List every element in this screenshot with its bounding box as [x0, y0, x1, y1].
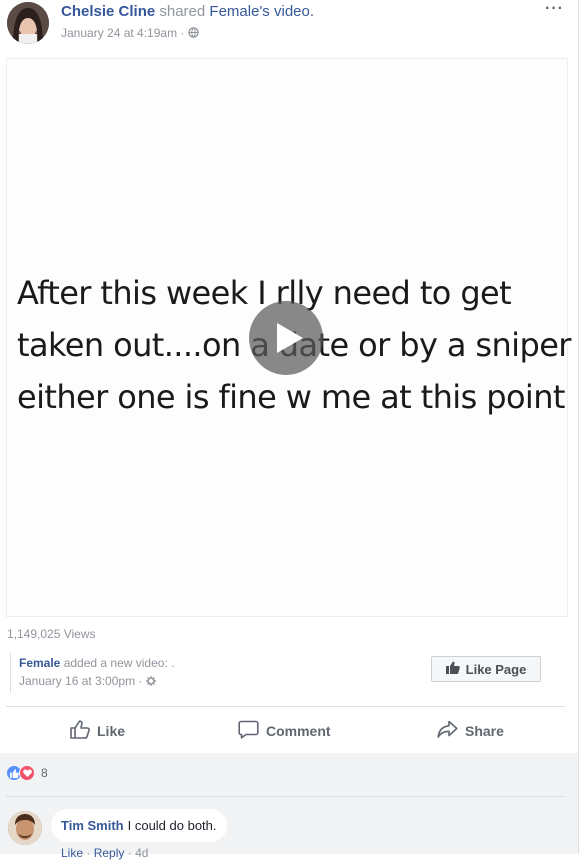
share-button[interactable]: Share: [437, 719, 504, 743]
reactions-summary[interactable]: 8: [6, 765, 48, 781]
video-caption-line-1: After this week I rlly need to get: [17, 274, 512, 312]
attribution-action: added a new video: .: [63, 656, 175, 670]
view-count: 1,149,025 Views: [7, 627, 96, 641]
comment-button[interactable]: Comment: [238, 719, 331, 743]
commenter-avatar[interactable]: [8, 811, 42, 845]
comment-actions: Like · Reply · 4d: [61, 846, 148, 860]
attribution-meta: January 16 at 3:00pm ·: [19, 674, 209, 688]
shared-page-link[interactable]: Female's: [209, 3, 269, 20]
like-button[interactable]: Like: [70, 719, 125, 743]
play-button[interactable]: [249, 301, 323, 375]
thumbs-up-icon: [445, 661, 460, 677]
attribution-timestamp[interactable]: January 16 at 3:00pm: [19, 674, 135, 688]
love-reaction-icon: [19, 765, 35, 781]
play-icon: [277, 323, 303, 353]
actions-top-divider: [6, 706, 565, 707]
meta-separator: ·: [180, 26, 185, 40]
gear-icon: [145, 674, 156, 688]
globe-icon: [188, 26, 199, 40]
post-header: Chelsie Cline shared Female's video.: [61, 3, 314, 20]
comment-bubble: Tim Smith I could do both.: [51, 809, 227, 842]
video-player[interactable]: After this week I rlly need to get taken…: [6, 58, 571, 617]
like-label: Like: [97, 723, 126, 739]
comment-bubble-icon: [238, 720, 259, 742]
video-caption-line-3: either one is fine w me at this point: [17, 378, 565, 416]
shared-verb: shared: [159, 3, 206, 20]
feed-post: Chelsie Cline shared Female's video. Jan…: [0, 0, 579, 860]
comment-label: Comment: [266, 723, 331, 739]
original-post-attribution: Female added a new video: . January 16 a…: [10, 653, 209, 693]
post-timestamp[interactable]: January 24 at 4:19am: [61, 26, 177, 40]
comment-actions-separator-1: ·: [86, 846, 91, 860]
like-page-button[interactable]: Like Page: [431, 656, 541, 682]
comments-divider: [6, 796, 565, 797]
reaction-count: 8: [41, 766, 48, 780]
comments-section: 8 Tim Smith I could do both. Like · Repl…: [0, 753, 578, 860]
attribution-line: Female added a new video: .: [19, 656, 209, 670]
post-meta: January 24 at 4:19am ·: [61, 26, 199, 40]
attribution-separator: ·: [138, 674, 143, 688]
comment-reply-link[interactable]: Reply: [94, 846, 125, 860]
original-page-link[interactable]: Female: [19, 656, 60, 670]
comment-time[interactable]: 4d: [135, 846, 148, 860]
comment-text: I could do both.: [127, 818, 217, 833]
like-page-label: Like Page: [465, 661, 527, 677]
like-outline-icon: [70, 720, 90, 742]
more-options-button[interactable]: ···: [545, 0, 564, 18]
author-avatar[interactable]: [7, 2, 49, 44]
share-label: Share: [465, 723, 504, 739]
author-name[interactable]: Chelsie Cline: [61, 3, 155, 20]
comment-actions-separator-2: ·: [127, 846, 132, 860]
comment-like-link[interactable]: Like: [61, 846, 83, 860]
share-arrow-icon: [437, 720, 458, 742]
commenter-name[interactable]: Tim Smith: [61, 818, 124, 833]
shared-object-link[interactable]: video.: [274, 3, 314, 20]
